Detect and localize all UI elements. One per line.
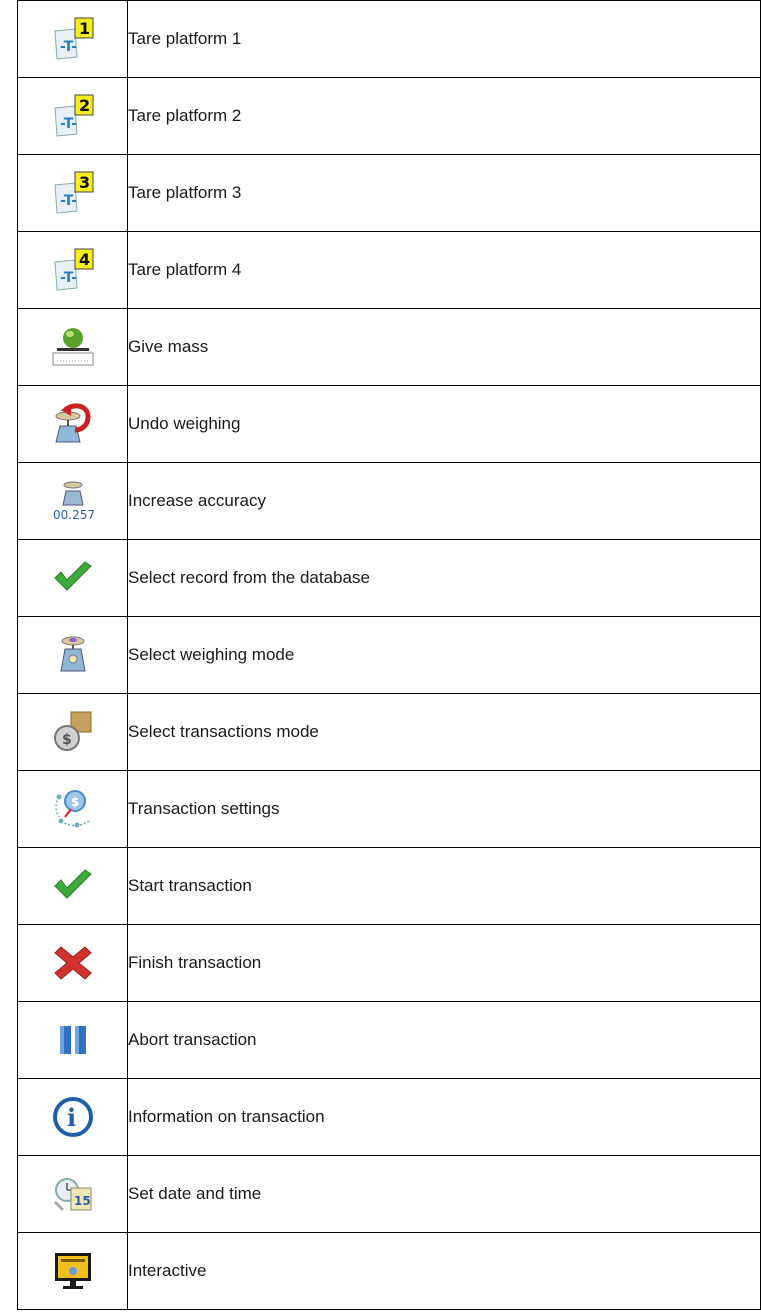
increase-accuracy-icon: 00.257 [51, 479, 95, 523]
table-row: Select weighing mode [17, 616, 761, 694]
table-row: $ Transaction settings [17, 770, 761, 848]
weighing-mode-scale-icon [51, 633, 95, 677]
table-row: 00.257 Increase accuracy [17, 462, 761, 540]
svg-text:1: 1 [79, 19, 90, 38]
table-row: Give mass [17, 308, 761, 386]
svg-text:15: 15 [74, 1194, 91, 1208]
icon-legend-table: -T- 1 Tare platform 1 -T- 2 Tare platfor… [17, 0, 761, 1310]
tare-platform-4-icon: -T- 4 [51, 248, 95, 292]
tare-platform-2-icon: -T- 2 [51, 94, 95, 138]
interactive-monitor-icon [51, 1249, 95, 1293]
row-label: Interactive [127, 1232, 761, 1310]
svg-text:$: $ [71, 795, 79, 809]
tare-platform-1-icon: -T- 1 [51, 17, 95, 61]
checkmark-icon [51, 864, 95, 908]
svg-text:3: 3 [79, 173, 90, 192]
undo-weighing-icon [51, 402, 95, 446]
table-row: Select record from the database [17, 539, 761, 617]
checkmark-icon [51, 556, 95, 600]
svg-text:-T-: -T- [60, 270, 77, 286]
table-row: Interactive [17, 1232, 761, 1310]
row-label: Tare platform 2 [127, 77, 761, 155]
row-label: Tare platform 1 [127, 0, 761, 78]
table-row: -T- 1 Tare platform 1 [17, 0, 761, 78]
row-label: Select transactions mode [127, 693, 761, 771]
svg-text:-T-: -T- [60, 39, 77, 55]
svg-text:$: $ [62, 732, 72, 748]
row-label: Finish transaction [127, 924, 761, 1002]
give-mass-icon [51, 325, 95, 369]
table-row: -T- 2 Tare platform 2 [17, 77, 761, 155]
table-row: Abort transaction [17, 1001, 761, 1079]
date-time-calendar-icon: 15 [51, 1172, 95, 1216]
table-row: i Information on transaction [17, 1078, 761, 1156]
info-icon: i [51, 1095, 95, 1139]
tare-platform-3-icon: -T- 3 [51, 171, 95, 215]
table-row: Finish transaction [17, 924, 761, 1002]
row-label: Increase accuracy [127, 462, 761, 540]
row-label: Tare platform 3 [127, 154, 761, 232]
row-label: Abort transaction [127, 1001, 761, 1079]
svg-text:4: 4 [79, 250, 90, 269]
svg-text:2: 2 [79, 96, 90, 115]
svg-text:-T-: -T- [60, 193, 77, 209]
row-label: Give mass [127, 308, 761, 386]
transactions-mode-coin-icon: $ [51, 710, 95, 754]
row-label: Start transaction [127, 847, 761, 925]
svg-text:i: i [67, 1103, 76, 1132]
table-row: Undo weighing [17, 385, 761, 463]
row-label: Information on transaction [127, 1078, 761, 1156]
svg-text:-T-: -T- [60, 116, 77, 132]
row-label: Transaction settings [127, 770, 761, 848]
row-label: Set date and time [127, 1155, 761, 1233]
svg-text:00.257: 00.257 [53, 508, 95, 522]
table-row: 15 Set date and time [17, 1155, 761, 1233]
row-label: Undo weighing [127, 385, 761, 463]
table-row: -T- 4 Tare platform 4 [17, 231, 761, 309]
row-label: Select weighing mode [127, 616, 761, 694]
table-row: Start transaction [17, 847, 761, 925]
pause-icon [51, 1018, 95, 1062]
row-label: Select record from the database [127, 539, 761, 617]
table-row: -T- 3 Tare platform 3 [17, 154, 761, 232]
row-label: Tare platform 4 [127, 231, 761, 309]
table-row: $ Select transactions mode [17, 693, 761, 771]
transaction-settings-icon: $ [51, 787, 95, 831]
cross-icon [51, 941, 95, 985]
